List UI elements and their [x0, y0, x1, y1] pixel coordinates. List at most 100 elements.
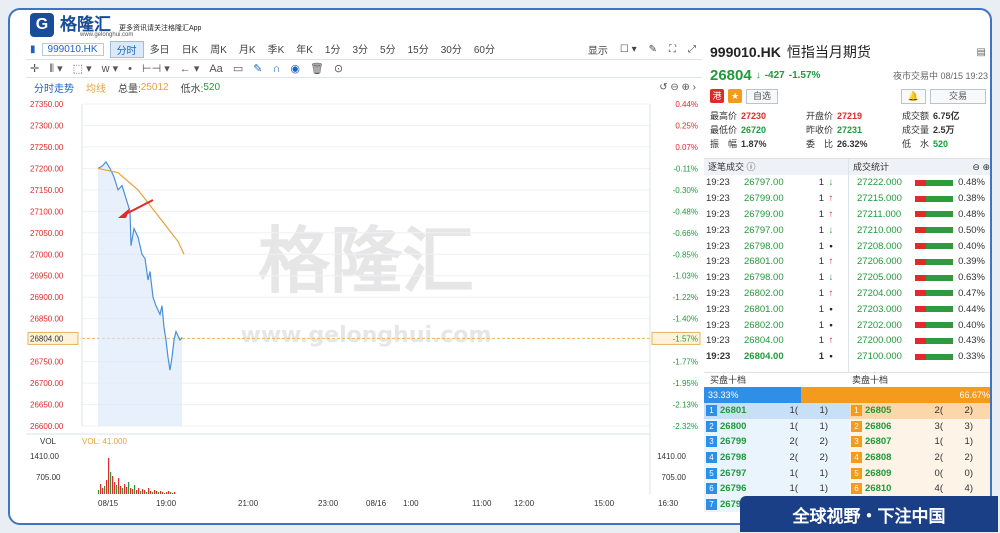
magnet-icon[interactable]: ∩: [272, 63, 280, 75]
time-tick: 16:30: [658, 499, 679, 508]
ask-level[interactable]: 4 26808 2(2): [849, 449, 990, 466]
trade-row: 19:23 26804.00 1 •: [704, 349, 848, 365]
tab-period-12[interactable]: 60分: [468, 41, 501, 58]
help-icon[interactable]: ⓘ: [747, 162, 756, 172]
bid-ratio: 33.33%: [704, 387, 801, 403]
trade-time: 19:23: [706, 256, 730, 268]
eye-icon[interactable]: ◉: [290, 62, 300, 75]
ask-level[interactable]: 1 26805 2(2): [849, 403, 990, 419]
cursor-icon[interactable]: ✛: [30, 62, 39, 75]
price-tick: 27150.00: [30, 186, 64, 195]
bid-level[interactable]: 5 26797 1(1): [704, 465, 849, 481]
tab-period-9[interactable]: 5分: [374, 41, 402, 58]
ask-level[interactable]: 3 26807 1(1): [849, 434, 990, 450]
symbol-selector[interactable]: 999010.HK: [41, 43, 104, 56]
more-icon[interactable]: ⊖ ⊕: [972, 159, 990, 175]
dot-icon[interactable]: •: [128, 63, 132, 75]
ask-level[interactable]: 6 26810 4(4): [849, 480, 990, 497]
trade-price: 26801.00: [744, 303, 784, 315]
tab-period-2[interactable]: 日K: [176, 41, 205, 58]
pct-tick: -1.03%: [673, 272, 698, 281]
add-watchlist-button[interactable]: 自选: [746, 88, 779, 104]
trash-icon[interactable]: 🗑: [310, 62, 324, 75]
wave-icon[interactable]: ᴡ ▾: [102, 62, 119, 75]
book-row: 4 26798 2(2) 4 26808 2(2): [704, 449, 990, 466]
tick-trades: 逐笔成交 ⓘ 19:23 26797.00 1 ↓ 19:23 26799.00 1 ↑ 19:…: [704, 158, 849, 372]
dist-bar-red: [915, 258, 927, 265]
vol-tick: 705.00: [36, 473, 61, 482]
dist-list[interactable]: 27222.000 0.48% 27215.000 0.38% 27211.000 0.4…: [849, 175, 990, 365]
tab-period-7[interactable]: 1分: [319, 41, 347, 58]
ask-level[interactable]: 5 26809 0(0): [849, 465, 990, 481]
dist-pct: 0.48%: [958, 177, 985, 189]
ask-level[interactable]: 2 26806 3(3): [849, 418, 990, 435]
dist-pct: 0.63%: [958, 272, 985, 284]
tab-period-10[interactable]: 15分: [402, 41, 435, 58]
bid-level[interactable]: 6 26796 1(1): [704, 480, 849, 497]
checkbox-icon[interactable]: ☐ ▾: [614, 44, 643, 55]
pen-icon[interactable]: ✎: [253, 62, 262, 75]
bid-level[interactable]: 1 26801 1(1): [704, 403, 849, 419]
text-icon[interactable]: Aa: [209, 63, 222, 75]
intraday-chart[interactable]: 格隆汇 www.gelonghui.com 27350.00 0.44% 27300.0…: [26, 96, 702, 514]
bid-price: 26800: [720, 420, 747, 432]
bid-level-num: 2: [706, 420, 717, 432]
panel-toggle-icon[interactable]: ▤: [977, 47, 986, 58]
price-tick: 26700.00: [30, 379, 64, 388]
expand-icon[interactable]: ⤢: [682, 44, 702, 55]
tab-period-0[interactable]: 分时: [109, 41, 144, 58]
quote-name: 恒指当月期货: [786, 44, 871, 60]
bid-level[interactable]: 2 26800 1(1): [704, 418, 849, 435]
chart-controls-icon[interactable]: ↺ ⊖ ⊕ ›: [659, 82, 696, 93]
drawing-toolbar: ✛ ⦀ ▾ ⬚ ▾ ᴡ ▾ • ⊢⊣ ▾ ← ▾ Aa ▭ ✎ ∩ ◉ 🗑 ⊙: [26, 60, 702, 78]
dist-row: 27210.000 0.50%: [849, 222, 990, 238]
bars-icon[interactable]: ⦀ ▾: [49, 62, 62, 76]
display-menu[interactable]: 显示: [582, 42, 614, 57]
price-tick: 27300.00: [30, 121, 64, 130]
bid-orders: 2): [819, 452, 828, 464]
tab-period-3[interactable]: 周K: [204, 41, 233, 58]
price-tick: 27200.00: [30, 164, 64, 173]
rect-icon[interactable]: ⬚ ▾: [73, 62, 92, 75]
trade-volume: 1: [818, 256, 824, 268]
alert-bell-icon[interactable]: 🔔: [900, 88, 926, 104]
arrows-icon[interactable]: ← ▾: [180, 62, 200, 75]
layout-icon[interactable]: ▮: [30, 44, 36, 55]
quote-price-row: 26804 ↓ -427 -1.57% 夜市交易中 08/15 19:23: [704, 64, 990, 86]
trade-button[interactable]: 交易: [930, 88, 986, 104]
trades-list[interactable]: 19:23 26797.00 1 ↓ 19:23 26799.00 1 ↑ 19:23 26799…: [704, 175, 848, 365]
trades-title: 逐笔成交: [708, 162, 745, 172]
toggle-icon[interactable]: ⊙: [334, 62, 343, 75]
book-row: 1 26801 1(1) 1 26805 2(2): [704, 403, 990, 419]
tab-period-11[interactable]: 30分: [435, 41, 468, 58]
period-tabs: 分时 多日 日K 周K 月K 季K 年K 1分 3分 5分 15分 30分 60分: [109, 41, 501, 58]
stat-item: 最高价 27230: [710, 109, 806, 122]
tab-period-5[interactable]: 季K: [262, 41, 291, 58]
volume-bar: [122, 488, 124, 494]
price-tick: 26650.00: [30, 401, 64, 410]
fullscreen-icon[interactable]: ⛶: [663, 44, 682, 55]
comment-icon[interactable]: ▭: [233, 62, 243, 75]
trade-row: 19:23 26801.00 1 ↑: [704, 254, 848, 270]
price-tick: 27350.00: [30, 100, 64, 109]
ask-price: 26808: [865, 452, 892, 464]
volume-bar: [150, 491, 152, 494]
price-area: [98, 161, 182, 426]
dist-row: 27205.000 0.63%: [849, 270, 990, 286]
trade-direction-icon: •: [829, 240, 833, 252]
edit-icon[interactable]: ✎: [643, 44, 663, 55]
bid-qty: 2(: [789, 436, 798, 448]
book-row: 3 26799 2(2) 3 26807 1(1): [704, 434, 990, 450]
dist-bar-red: [915, 227, 927, 234]
range-icon[interactable]: ⊢⊣ ▾: [142, 62, 170, 75]
pct-tick: -0.48%: [673, 207, 698, 216]
tab-period-1[interactable]: 多日: [144, 41, 176, 58]
tab-period-6[interactable]: 年K: [290, 41, 319, 58]
ask-level-num: 2: [851, 420, 862, 432]
bid-level[interactable]: 4 26798 2(2): [704, 449, 849, 466]
watermark-url: www.gelonghui.com: [241, 323, 492, 348]
price-change-pct: -1.57%: [788, 69, 821, 81]
tab-period-8[interactable]: 3分: [346, 41, 374, 58]
bid-level[interactable]: 3 26799 2(2): [704, 434, 849, 450]
tab-period-4[interactable]: 月K: [233, 41, 262, 58]
